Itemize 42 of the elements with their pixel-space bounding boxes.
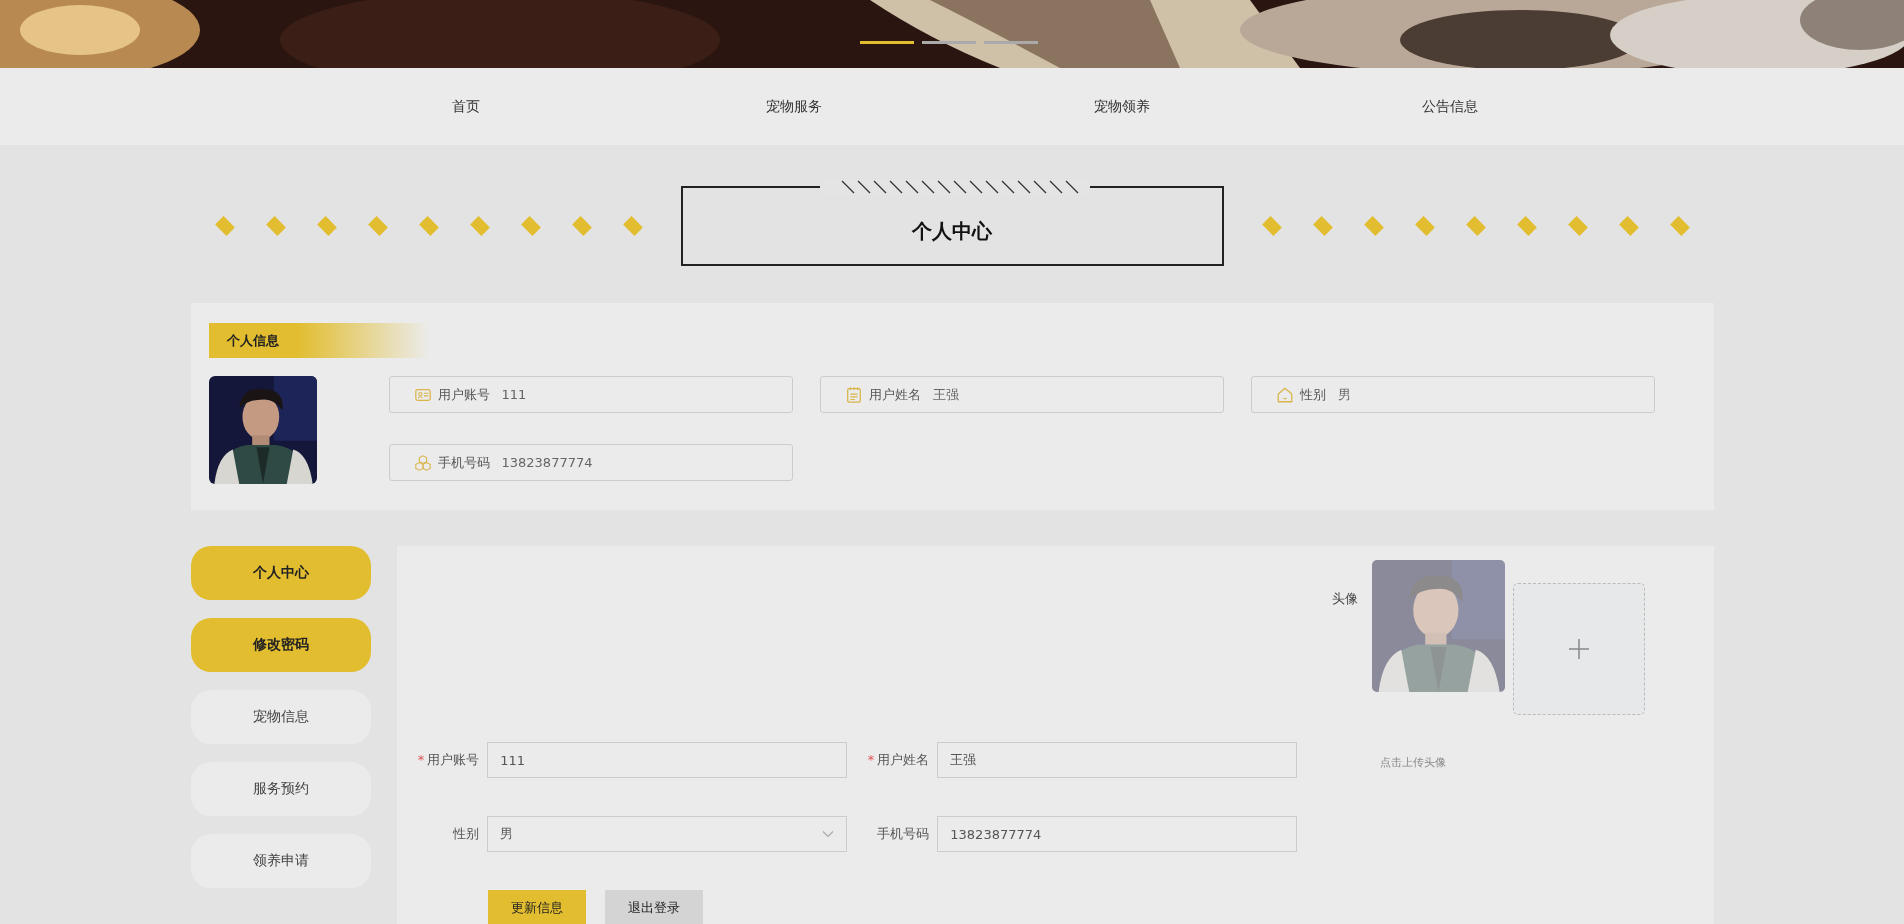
- slide-indicator[interactable]: [922, 41, 976, 44]
- sidebar-item[interactable]: 服务预约: [190, 762, 371, 816]
- notepad-icon: [844, 385, 863, 404]
- required-mark: *: [867, 752, 875, 767]
- section-heading: 个人信息: [208, 323, 429, 358]
- cubes-icon: [413, 453, 432, 472]
- chevron-down-icon: [821, 830, 834, 838]
- field-value: 13823877774: [501, 455, 593, 470]
- nav-link[interactable]: 首页: [302, 97, 630, 116]
- logout-button[interactable]: 退出登录: [604, 890, 703, 924]
- sidebar-item[interactable]: 个人中心: [190, 546, 371, 600]
- page-title: 个人中心: [912, 217, 992, 245]
- gender-select[interactable]: 男: [487, 816, 847, 852]
- nav-link[interactable]: 公告信息: [1286, 97, 1614, 116]
- form-label: 性别: [453, 825, 480, 843]
- upload-hint: 点击上传头像: [1379, 755, 1447, 770]
- form-label: 手机号码: [877, 825, 930, 843]
- nav-link[interactable]: 宠物服务: [630, 97, 958, 116]
- field-value: 男: [1337, 385, 1351, 404]
- field-label: 用户账号: [437, 385, 490, 404]
- nav-link[interactable]: 宠物领养: [958, 97, 1286, 116]
- field-label: 性别: [1299, 385, 1326, 404]
- upload-box[interactable]: [1512, 583, 1645, 715]
- slide-indicator[interactable]: [984, 41, 1038, 44]
- sidebar-item[interactable]: 修改密码: [190, 618, 371, 672]
- field-value: 111: [501, 387, 527, 402]
- plus-icon: [1566, 637, 1591, 661]
- form-label: 头像: [1331, 590, 1358, 608]
- field-label: 用户姓名: [868, 385, 921, 404]
- input-field[interactable]: 13823877774: [937, 816, 1297, 852]
- sidebar-item[interactable]: 领养申请: [190, 834, 371, 888]
- update-button[interactable]: 更新信息: [487, 890, 586, 924]
- slide-indicator[interactable]: [860, 41, 914, 44]
- sidebar-item[interactable]: 宠物信息: [190, 690, 371, 744]
- home-icon: [1275, 385, 1294, 404]
- field-label: 手机号码: [437, 453, 490, 472]
- form-label: 用户账号: [427, 751, 480, 769]
- input-field[interactable]: 111: [487, 742, 847, 778]
- form-label: 用户姓名: [877, 751, 930, 769]
- input-field[interactable]: 王强: [937, 742, 1297, 778]
- field-value: 王强: [932, 385, 959, 404]
- required-mark: *: [417, 752, 425, 767]
